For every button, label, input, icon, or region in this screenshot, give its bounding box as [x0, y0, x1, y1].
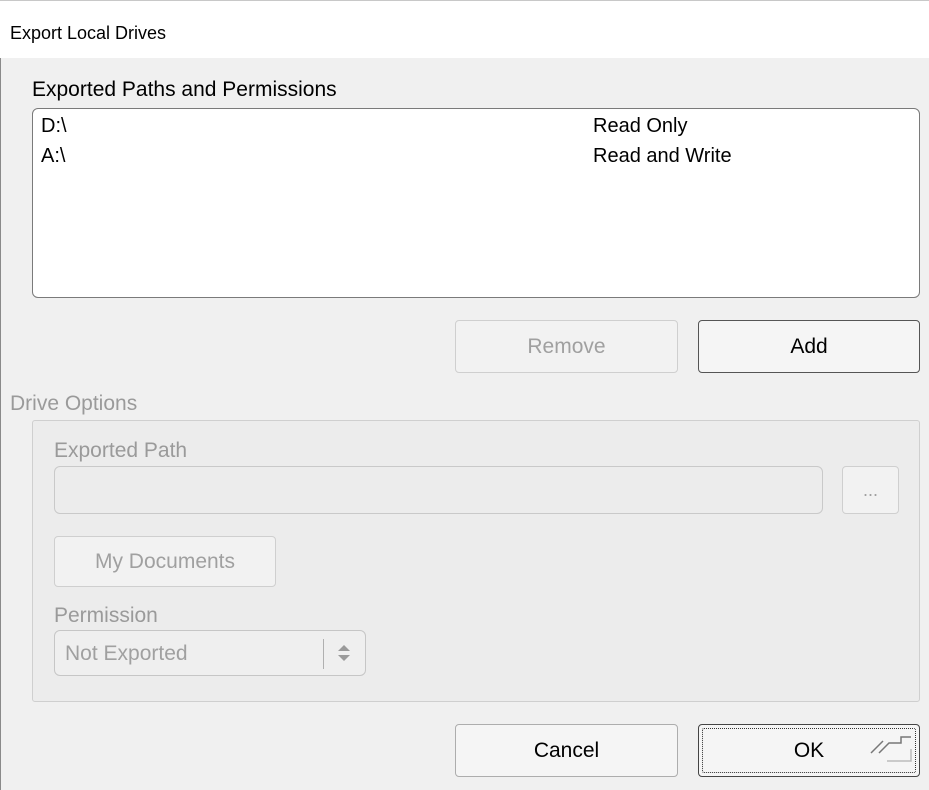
exported-paths-list[interactable]: D:\ Read Only A:\ Read and Write [32, 108, 920, 298]
cancel-button[interactable]: Cancel [455, 724, 678, 777]
export-path: D:\ [41, 115, 67, 137]
export-permission: Read and Write [593, 145, 732, 167]
permission-value: Not Exported [65, 642, 188, 665]
ok-button[interactable]: OK [698, 724, 920, 777]
my-documents-button[interactable]: My Documents [54, 536, 276, 587]
drive-options-label: Drive Options [10, 392, 138, 415]
resize-grip-icon [870, 736, 912, 762]
list-item[interactable]: A:\ Read and Write [41, 145, 911, 175]
chevron-up-down-icon [338, 645, 350, 661]
add-button[interactable]: Add [698, 320, 920, 373]
permission-label: Permission [54, 604, 158, 627]
export-path: A:\ [41, 145, 66, 167]
ok-button-label: OK [793, 738, 825, 762]
list-item[interactable]: D:\ Read Only [41, 115, 911, 145]
permission-select[interactable]: Not Exported [54, 630, 366, 676]
dialog-title-bar: Export Local Drives [0, 0, 929, 58]
exported-path-label: Exported Path [54, 439, 188, 462]
exported-paths-label: Exported Paths and Permissions [32, 78, 337, 101]
dialog-title: Export Local Drives [10, 23, 167, 43]
combo-separator [323, 639, 324, 669]
remove-button[interactable]: Remove [455, 320, 678, 373]
export-permission: Read Only [593, 115, 688, 137]
exported-path-field[interactable] [54, 466, 823, 514]
browse-button[interactable]: ... [842, 466, 899, 514]
